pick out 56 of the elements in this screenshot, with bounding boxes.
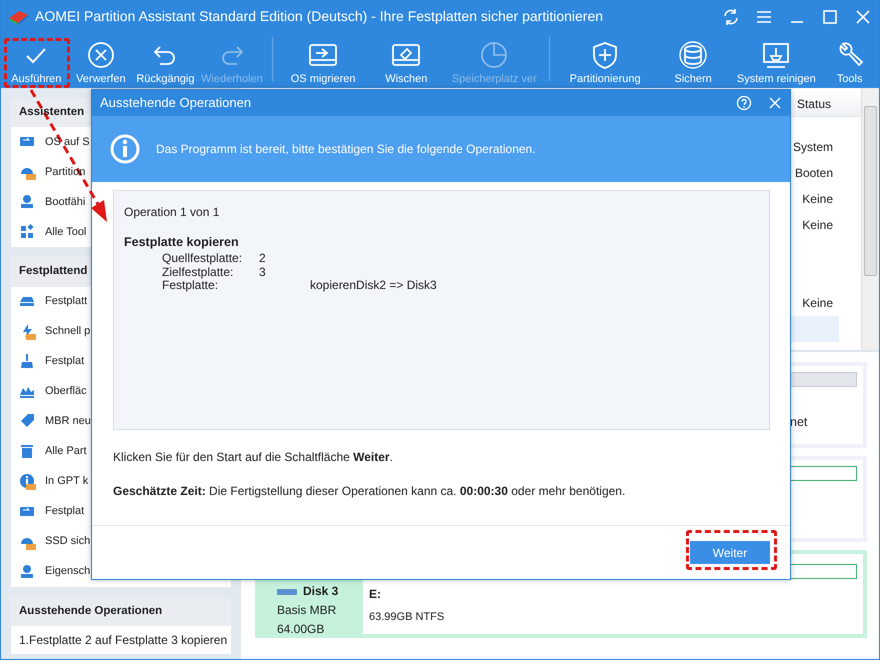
sidebar-item[interactable]: Alle Tool [45,224,86,240]
disk-type: Basis MBR [277,602,338,620]
table-cell-text: Keine [802,191,833,208]
operation-count: Operation 1 von 1 [124,204,220,221]
toolbar-button[interactable]: Rückgängig [133,33,198,88]
toolbar-button[interactable]: Sichern [654,33,732,88]
estimate-text: Geschätzte Zeit: Die Fertigstellung dieser Operationen kann ca. 00:00:30 oder mehr benötigen. [113,483,626,500]
detail-label: Festplatte: [162,279,218,294]
detail-value: kopierenDisk2 => Disk3 [310,279,437,294]
sidebar-item[interactable]: SSD sich [45,533,90,550]
toolbar-button[interactable]: Wischen [367,33,446,88]
table-cell-text: System [792,139,833,156]
operation-item[interactable]: 1.Festplatte 2 auf Festplatte 3 kopieren [11,626,231,654]
disk-name: Disk 3 [303,583,338,600]
refresh-icon[interactable] [721,6,741,26]
highlight-frame [4,38,70,88]
partition-info: 63.99GB NTFS [369,610,446,625]
help-icon[interactable] [736,95,752,111]
toolbar-button[interactable]: Ausführen [4,33,69,88]
detail-value: 2 [259,252,266,266]
dialog-title: Ausstehende Operationen [100,94,252,112]
toolbar-button[interactable]: System reinigen [732,33,820,88]
detail-value: 3 [259,266,266,280]
table-cell-text: Keine [802,295,833,312]
sidebar-item[interactable]: Schnell p [45,323,90,340]
scrollbar[interactable] [861,88,879,350]
partition-letter: E: [369,586,382,603]
sidebar-item[interactable]: Festplat [45,503,84,520]
sidebar-item[interactable]: Alle Part [45,443,87,460]
sidebar-item[interactable]: Bootfähi [45,194,86,210]
close-icon[interactable] [768,96,782,110]
section-header: Ausstehende Operationen [19,604,162,616]
sidebar-item[interactable]: In GPT k [45,473,88,490]
sidebar-item[interactable]: OS auf S [45,134,90,150]
toolbar-button[interactable]: Partitionierung [556,33,654,88]
sidebar-item[interactable]: Festplatt [45,293,88,310]
hint-text: Klicken Sie für den Start auf die Schaltfläche Weiter. [113,449,394,466]
sidebar-item[interactable]: MBR neu [45,413,91,430]
table-cell-text: Keine [802,217,833,234]
window-title: AOMEI Partition Assistant Standard Edition (Deutsch) - Ihre Festplatten sicher partitionieren [35,7,604,26]
table-cell-text: Booten [794,165,833,182]
toolbar-button[interactable]: OS migrieren [279,33,368,88]
toolbar-button[interactable]: Tools [820,33,879,88]
info-icon [110,134,140,164]
disk-size: 64.00GB [277,621,326,638]
partition-status: net [789,414,808,431]
detail-label: Quellfestplatte: [162,252,244,266]
toolbar-button[interactable]: Verwerfen [68,33,134,88]
section-header: Festplattend [19,265,88,278]
sidebar-item[interactable]: Oberfläc [45,383,87,400]
sidebar-item[interactable]: Festplat [45,353,84,370]
banner-text: Das Programm ist bereit, bitte bestätigen Sie die folgende Operationen. [156,141,536,158]
section-header: Assistenten [19,106,84,118]
sidebar-item[interactable]: Eigensch [45,563,90,580]
operation-title: Festplatte kopieren [124,234,240,251]
detail-label: Zielfestplatte: [162,266,234,280]
